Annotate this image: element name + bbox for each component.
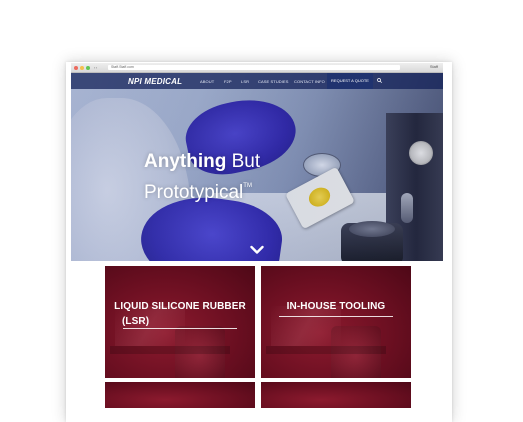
services-section: LIQUID SILICONE RUBBER (LSR) IN-HOUSE TO…: [71, 261, 443, 408]
nav-item-case-studies[interactable]: CASE STUDIES: [258, 79, 289, 84]
search-icon[interactable]: [377, 78, 382, 83]
tile-tooling-rule: [279, 316, 393, 317]
trademark-mark: TM: [243, 183, 252, 189]
browser-window: ‹ › Staff.Staff.com Staff Anything But P…: [71, 63, 443, 408]
hero-headline: Anything But PrototypicalTM: [144, 151, 260, 206]
headline-line2: Prototypical: [144, 182, 244, 203]
headline-bold: Anything: [144, 151, 227, 172]
site-logo[interactable]: NPI MEDICAL: [128, 77, 182, 86]
nav-item-about[interactable]: ABOUT: [200, 79, 214, 84]
tile-lsr-title: LIQUID SILICONE RUBBER (LSR): [105, 299, 255, 329]
nav-item-contact-info[interactable]: CONTACT INFO: [294, 79, 325, 84]
tile-fourth[interactable]: [261, 382, 411, 408]
chevron-down-icon[interactable]: [250, 245, 264, 255]
main-nav: NPI MEDICAL ABOUT F2P LSR CASE STUDIES C…: [71, 73, 443, 89]
tile-third[interactable]: [105, 382, 255, 408]
tile-in-house-tooling[interactable]: IN-HOUSE TOOLING: [261, 266, 411, 378]
browser-toolbar: ‹ › Staff.Staff.com Staff: [71, 63, 443, 73]
address-bar[interactable]: Staff.Staff.com: [108, 65, 400, 70]
tile-tooling-line1: IN-HOUSE TOOLING: [286, 301, 386, 312]
maximize-window-button[interactable]: [86, 66, 90, 70]
request-quote-button[interactable]: REQUEST A QUOTE: [327, 73, 373, 89]
close-window-button[interactable]: [74, 66, 78, 70]
browser-user[interactable]: Staff: [430, 64, 438, 69]
nav-item-lsr[interactable]: LSR: [241, 79, 249, 84]
headline-rest: But: [226, 151, 261, 172]
back-forward-arrows[interactable]: ‹ ›: [94, 65, 97, 70]
tile-lsr-rule: [123, 328, 237, 329]
tile-texture: [110, 346, 230, 354]
tile-tooling-title: IN-HOUSE TOOLING: [261, 299, 411, 314]
tile-lsr[interactable]: LIQUID SILICONE RUBBER (LSR): [105, 266, 255, 378]
minimize-window-button[interactable]: [80, 66, 84, 70]
tile-lsr-line2: (LSR): [122, 316, 150, 327]
nav-item-f2p[interactable]: F2P: [224, 79, 232, 84]
tile-texture: [266, 346, 386, 354]
tile-lsr-line1: LIQUID SILICONE RUBBER: [114, 301, 246, 312]
